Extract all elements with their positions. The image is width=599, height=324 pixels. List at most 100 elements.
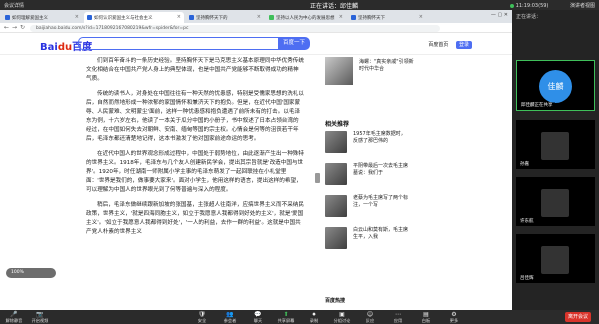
avatar [541, 246, 569, 274]
search-button[interactable]: 百度一下 [278, 37, 310, 50]
meeting-top-bar: 会议详情 正在讲话：邱佳麟 11:19:03(59) 演讲者视图 [0, 0, 599, 10]
whiteboard-icon: ▤ [423, 311, 429, 318]
reload-icon[interactable]: ↻ [20, 24, 25, 31]
browser-tab-4[interactable]: 坚持以人民为中心的发展思想 × [266, 12, 346, 23]
toolbar-label: 分组讨论 [333, 318, 351, 323]
close-icon[interactable]: × [419, 14, 423, 20]
toolbar-label: 反应 [365, 318, 375, 323]
meeting-info-link[interactable]: 会议详情 [4, 2, 24, 9]
avatar [541, 132, 569, 160]
header-links: 百度首页 登录 [428, 41, 472, 49]
participants-button[interactable]: 👥 参会者 [218, 311, 242, 324]
chat-icon: 💬 [254, 311, 262, 318]
speaker-status-label: 正在讲话： [310, 3, 341, 10]
tab-favicon-icon [269, 15, 274, 20]
whiteboard-button[interactable]: ▤ 白板 [414, 311, 438, 324]
tab-label: 坚持胸怀天下的 [196, 16, 228, 21]
back-icon[interactable]: ← [4, 24, 9, 31]
related-item-title[interactable]: 海螺："真实亲戚"引领新时代中华合 [359, 59, 414, 73]
tab-favicon-icon [351, 15, 356, 20]
toolbar-label: 参会者 [223, 318, 237, 323]
camera-icon: 📷 [36, 311, 44, 318]
article-paragraph: 在近代中国人的世界观念形成过程中，中国处于弱势地位，由此逐渐产生出一种殊特的世界… [86, 151, 304, 193]
security-button[interactable]: 🛡 安全 [190, 311, 214, 324]
toolbar-label: 聊天 [253, 318, 263, 323]
browser-tab-5[interactable]: 坚持胸怀天下 × [348, 12, 426, 23]
home-link[interactable]: 百度首页 [428, 42, 448, 48]
toolbar-label: 安全 [197, 318, 207, 323]
apps-button[interactable]: ⋯ 应用 [386, 311, 410, 324]
related-image[interactable] [325, 131, 347, 153]
participant-name: 邱佳麟正在共享 [519, 102, 555, 108]
browser-tab-strip: 如何理解爱国主义 × 如何认识爱国主义与社会主义 × 坚持胸怀天下的 × 坚持以人民为… [0, 10, 512, 23]
record-button[interactable]: ⏺ 录制 [302, 311, 326, 324]
forward-icon[interactable]: → [12, 24, 17, 31]
panel-title: 正在讲话： [516, 14, 542, 20]
participant-name: 孙嘉 [518, 161, 531, 167]
shield-icon: 🛡 [198, 311, 206, 318]
participant-tile[interactable]: 吕佳辉 [516, 234, 595, 283]
mute-button[interactable]: 🎤 解除静音 [2, 311, 26, 324]
related-image[interactable] [325, 227, 347, 249]
article-paragraph: 传统的读书人，对身处在中国往往有一种天然的忧患感，特别是受儒家思想的洗礼以后，自… [86, 91, 304, 142]
participant-name: 许东航 [518, 218, 536, 224]
related-item-title[interactable]: 白云山和莫有斯，毛主席生平，入我 [353, 227, 408, 241]
article-body: 们到百年奋斗的一条历史经验。坚持胸怀天下是马克思主义基本原理同中华优秀传统文化相… [86, 57, 304, 243]
logo-paw: du [57, 42, 73, 53]
related-item-title[interactable]: 老蔡为毛主席写了两个标注，一个写 [353, 195, 408, 209]
shared-screen: 如何理解爱国主义 × 如何认识爱国主义与社会主义 × 坚持胸怀天下的 × 坚持以人民为… [0, 10, 512, 310]
toolbar-label: 共享屏幕 [277, 318, 295, 323]
breakout-button[interactable]: ▣ 分组讨论 [330, 311, 354, 324]
close-icon[interactable]: × [75, 14, 79, 20]
related-item-title[interactable]: 1957年毛主席数据时，反感了那巴伟的 [353, 131, 408, 145]
breakout-icon: ▣ [339, 311, 345, 318]
avatar [541, 189, 569, 217]
related-item-title[interactable]: 平阴带最后一次去毛主席墓说：我们于 [353, 163, 408, 177]
scroll-handle[interactable] [315, 173, 320, 183]
hot-search-footer[interactable]: 百度热搜 [325, 297, 345, 304]
browser-tab-3[interactable]: 坚持胸怀天下的 × [186, 12, 264, 23]
share-screen-button[interactable]: ⬆ 共享屏幕 [274, 311, 298, 324]
tab-favicon-icon [5, 15, 10, 20]
avatar: 佳麟 [539, 70, 572, 103]
connection-dot-icon [509, 3, 514, 8]
login-button[interactable]: 登录 [455, 41, 472, 49]
toolbar-label: 应用 [393, 318, 403, 323]
reactions-button[interactable]: ☺ 反应 [358, 311, 382, 324]
related-heading: 相关推荐 [325, 121, 350, 128]
view-toggle[interactable]: 演讲者视图 [570, 3, 595, 9]
tab-label: 坚持胸怀天下 [358, 16, 385, 21]
related-image[interactable] [325, 57, 353, 85]
related-image[interactable] [325, 195, 347, 217]
article-paragraph: 们到百年奋斗的一条历史经验。坚持胸怀天下是马克思主义基本原理同中华优秀传统文化相… [86, 58, 304, 82]
more-button[interactable]: ⚙ 更多 [442, 311, 466, 324]
toolbar-label: 更多 [449, 318, 459, 323]
window-controls-icon[interactable]: — ▢ ✕ [491, 12, 508, 18]
participant-tile[interactable]: 许东航 [516, 177, 595, 226]
logo-text: Bai [40, 42, 58, 53]
web-page: Baidu百度 百度一下 百度首页 登录 们到百年奋斗的一条历史经验。坚持胸怀天… [0, 33, 512, 310]
related-image[interactable] [325, 163, 347, 185]
floating-control[interactable]: 100% [6, 268, 56, 278]
video-button[interactable]: 📷 开启视频 [28, 311, 52, 324]
apps-icon: ⋯ [395, 311, 401, 318]
participants-panel: 正在讲话： 佳麟 邱佳麟正在共享 孙嘉 许东航 吕佳辉 [512, 10, 599, 310]
url-field[interactable]: baijiahao.baidu.com/s?id=171809216708021… [30, 24, 440, 32]
meeting-toolbar: 🎤 解除静音 📷 开启视频 🛡 安全 👥 参会者 💬 聊天 ⬆ 共享屏幕 ⏺ 录制 ▣ 分组讨论… [0, 310, 599, 324]
browser-tab-1[interactable]: 如何理解爱国主义 × [2, 12, 82, 23]
participant-name: 吕佳辉 [518, 275, 536, 281]
microphone-icon: 🎤 [10, 311, 18, 318]
participant-tile[interactable]: 佳麟 邱佳麟正在共享 [516, 60, 595, 111]
browser-tab-2[interactable]: 如何认识爱国主义与社会主义 × [84, 12, 184, 23]
people-icon: 👥 [226, 311, 234, 318]
leave-meeting-button[interactable]: 离开会议 [565, 312, 591, 322]
close-icon[interactable]: × [339, 14, 343, 20]
meeting-right-controls: 11:19:03(59) 演讲者视图 [509, 2, 595, 9]
search-input[interactable] [78, 37, 278, 50]
close-icon[interactable]: × [257, 14, 261, 20]
close-icon[interactable]: × [177, 14, 181, 20]
tab-favicon-icon [189, 15, 194, 20]
chat-button[interactable]: 💬 聊天 [246, 311, 270, 324]
baidu-header: Baidu百度 百度一下 百度首页 登录 [0, 33, 512, 55]
participant-tile[interactable]: 孙嘉 [516, 120, 595, 169]
